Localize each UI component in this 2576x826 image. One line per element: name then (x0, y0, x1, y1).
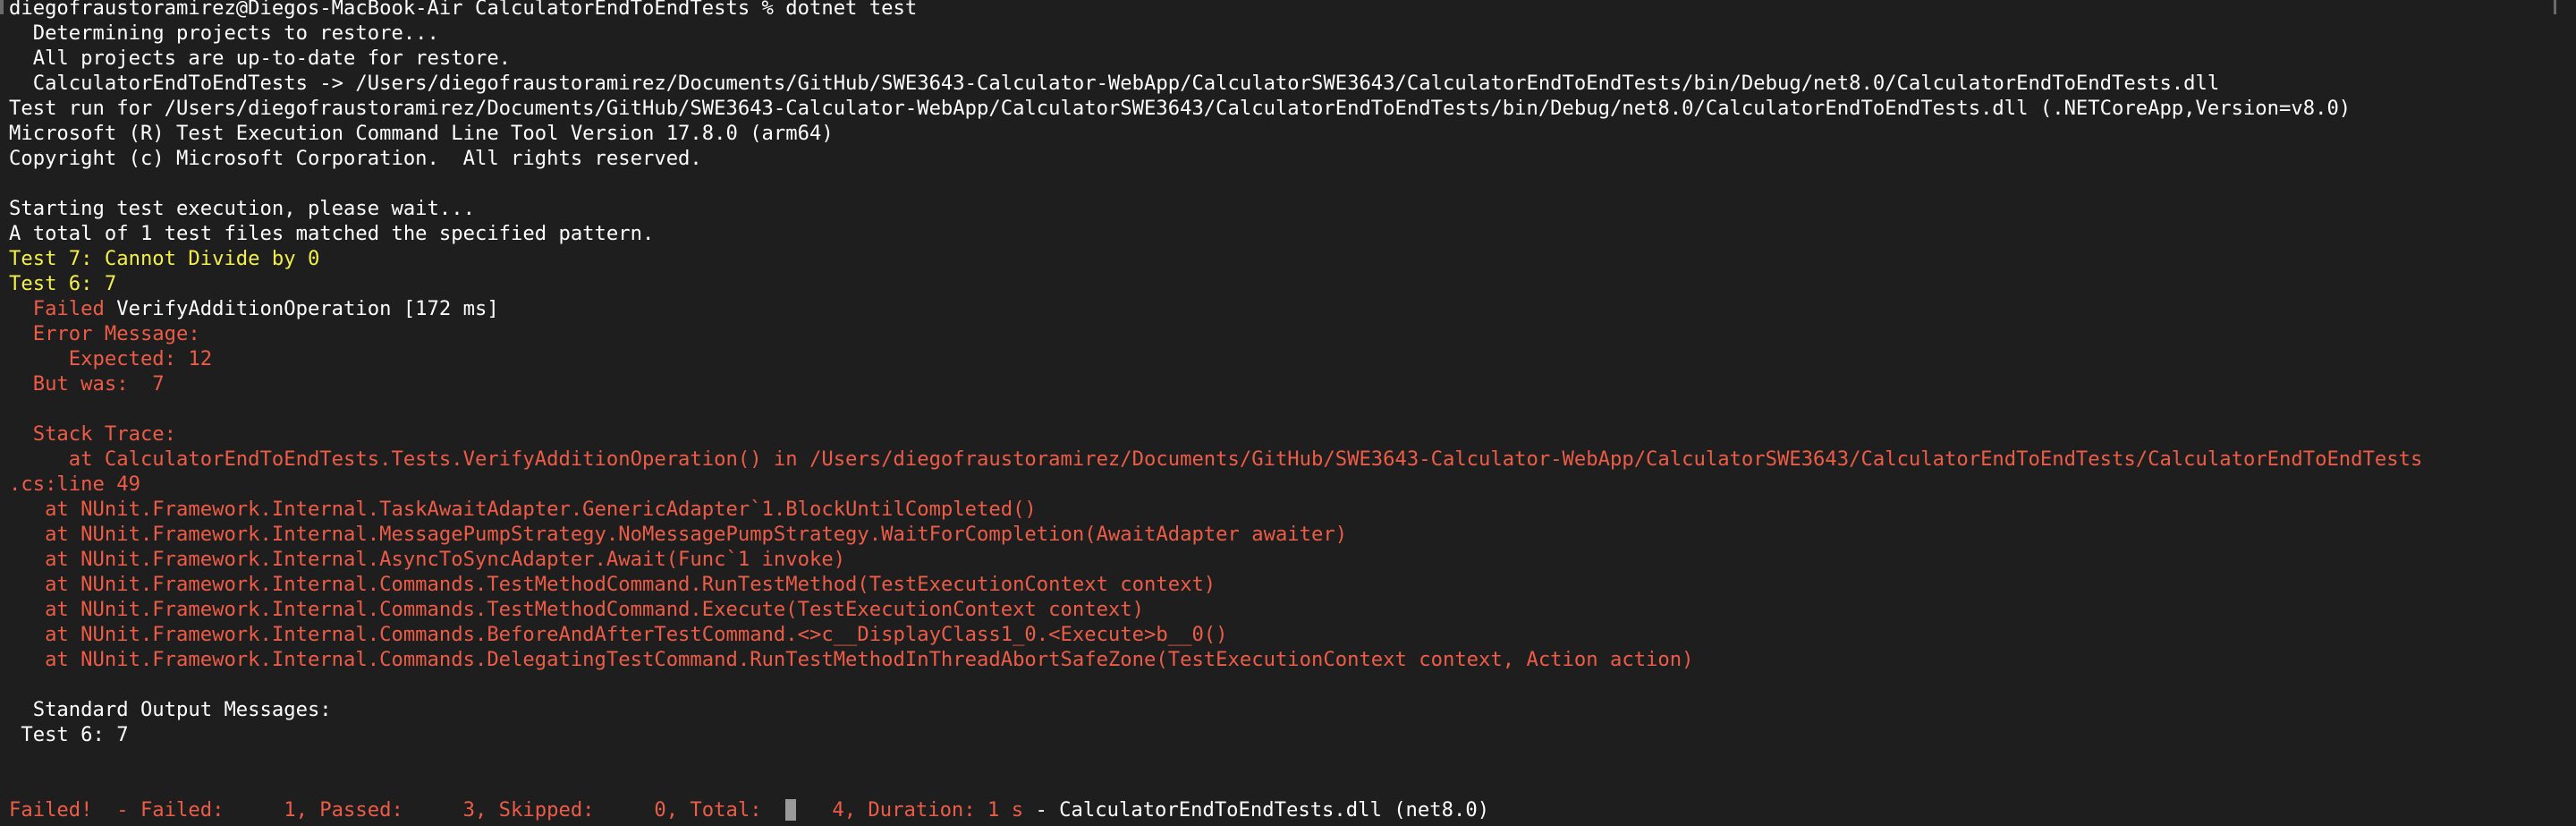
stack-frame: at NUnit.Framework.Internal.MessagePumpS… (9, 523, 1348, 546)
stack-frame: at NUnit.Framework.Internal.Commands.Tes… (9, 573, 1216, 596)
starting-line: Starting test execution, please wait... (9, 197, 475, 220)
stack-trace-label: Stack Trace: (9, 422, 177, 446)
pattern-line: A total of 1 test files matched the spec… (9, 222, 655, 245)
build-output-line: CalculatorEndToEndTests -> /Users/diegof… (9, 72, 2220, 95)
summary-assembly: CalculatorEndToEndTests.dll (net8.0) (1059, 798, 1490, 822)
failed-test-line: Failed VerifyAdditionOperation [172 ms] (9, 296, 2576, 321)
tool-version-line: Microsoft (R) Test Execution Command Lin… (9, 122, 834, 145)
scroll-marker[interactable] (2554, 0, 2556, 14)
summary-line: Failed! - Failed: 1, Passed: 3, Skipped:… (9, 797, 2576, 822)
summary-duration: 4, Duration: 1 s (796, 798, 1024, 822)
test-output-line: Test 6: 7 (9, 272, 117, 295)
test-run-line: Test run for /Users/diegofraustoramirez/… (9, 97, 2351, 120)
actual-value-line: But was: 7 (9, 372, 165, 396)
failed-test-name: VerifyAdditionOperation [172 ms] (116, 297, 499, 320)
stack-frame: at NUnit.Framework.Internal.Commands.Bef… (9, 623, 1228, 646)
summary-counts: Failed! - Failed: 1, Passed: 3, Skipped:… (9, 798, 786, 822)
failed-label: Failed (9, 297, 117, 320)
stack-frame: at NUnit.Framework.Internal.Commands.Del… (9, 648, 1694, 671)
terminal-window[interactable]: diegofraustoramirez@Diegos-MacBook-Air C… (0, 0, 2576, 826)
std-output-label: Standard Output Messages: (9, 698, 332, 721)
restore-line: All projects are up-to-date for restore. (9, 47, 512, 70)
stack-frame: at NUnit.Framework.Internal.TaskAwaitAda… (9, 498, 1037, 521)
test-output-line: Test 7: Cannot Divide by 0 (9, 247, 320, 270)
error-message-label: Error Message: (9, 322, 200, 345)
scroll-region-edge (0, 0, 4, 14)
prompt-line: diegofraustoramirez@Diegos-MacBook-Air C… (9, 0, 918, 20)
summary-separator: - (1023, 798, 1060, 822)
stack-frame-wrap: .cs:line 49 (9, 473, 140, 496)
stack-frame: at CalculatorEndToEndTests.Tests.VerifyA… (9, 447, 2423, 471)
copyright-line: Copyright (c) Microsoft Corporation. All… (9, 147, 702, 170)
expected-value-line: Expected: 12 (9, 347, 213, 370)
stack-frame: at NUnit.Framework.Internal.AsyncToSyncA… (9, 548, 846, 571)
restore-line: Determining projects to restore... (9, 21, 439, 45)
stack-frame: at NUnit.Framework.Internal.Commands.Tes… (9, 598, 1145, 621)
std-output-value: Test 6: 7 (9, 723, 129, 746)
terminal-cursor (785, 799, 797, 821)
